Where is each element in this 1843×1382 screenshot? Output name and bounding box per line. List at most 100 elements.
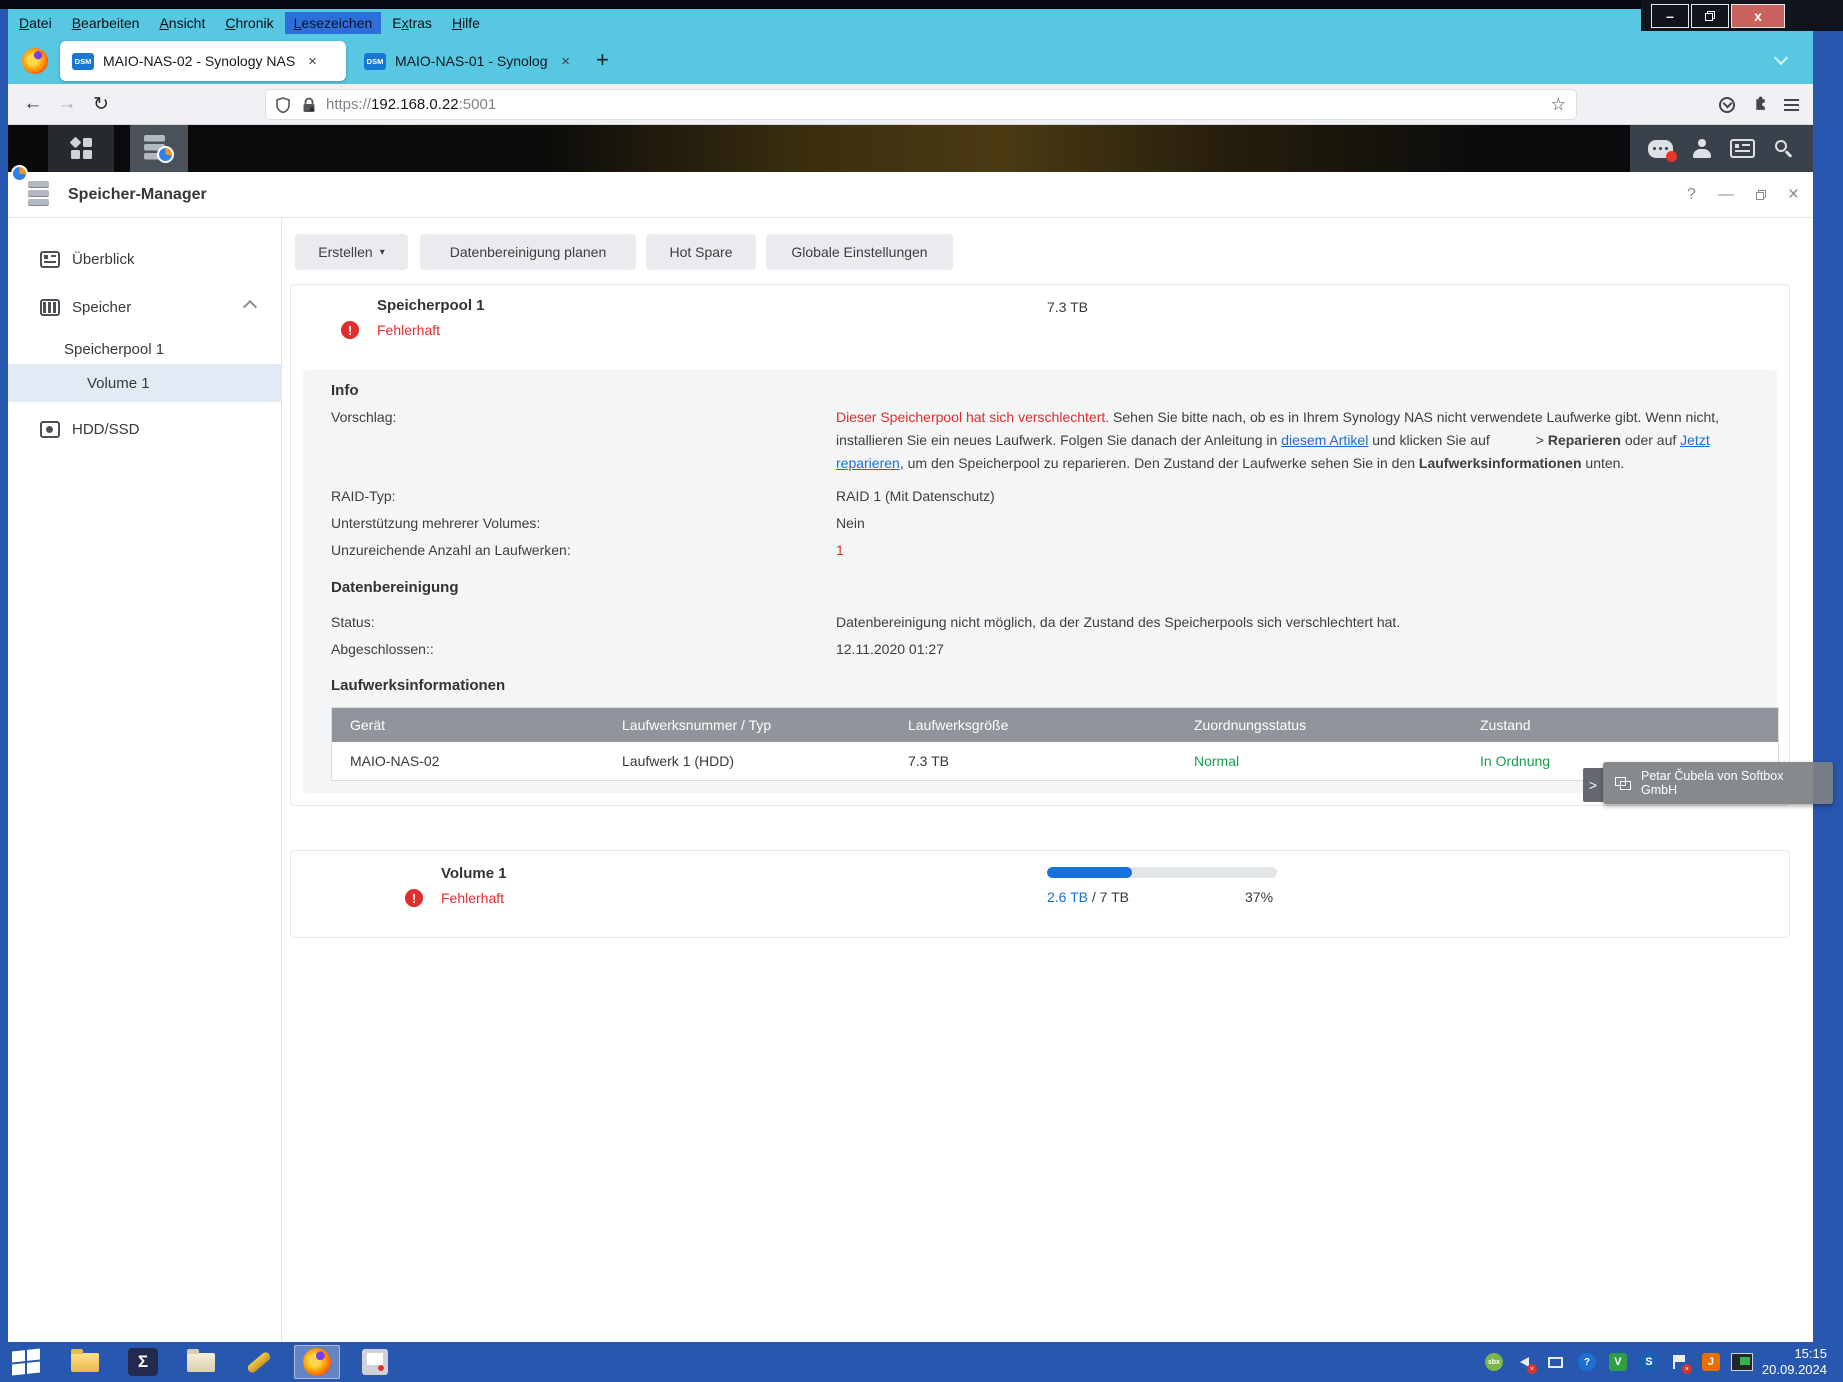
sidebar-item-speicher[interactable]: Speicher <box>8 288 281 326</box>
dsm-topbar-right <box>1630 125 1813 172</box>
bookmark-star-icon[interactable]: ☆ <box>1551 95 1566 115</box>
hdd-icon <box>40 421 60 438</box>
article-link[interactable]: diesem Artikel <box>1281 432 1368 448</box>
file-explorer-icon[interactable] <box>62 1345 108 1379</box>
missing-drives-row: Unzureichende Anzahl an Laufwerken:1 <box>331 537 1749 564</box>
widgets-icon[interactable] <box>1730 139 1755 158</box>
url-bar[interactable]: https://192.168.0.22:5001 ☆ <box>266 90 1576 119</box>
menu-ansicht[interactable]: Ansicht <box>150 12 214 34</box>
datenbereinigung-planen-button[interactable]: Datenbereinigung planen <box>420 234 636 270</box>
sbx-icon[interactable]: sbx <box>1483 1351 1505 1373</box>
chevron-up-icon[interactable] <box>245 299 255 316</box>
taskbar-clock[interactable]: 15:15 20.09.2024 <box>1762 1346 1835 1378</box>
sidebar-item-hdd-ssd[interactable]: HDD/SSD <box>8 410 281 448</box>
vpn-icon[interactable]: V <box>1607 1351 1629 1373</box>
datenbereinigung-heading: Datenbereinigung <box>331 579 1749 597</box>
tab-close-icon[interactable]: × <box>561 53 570 70</box>
sigma-app-icon[interactable]: Σ <box>120 1345 166 1379</box>
device-app-icon[interactable] <box>352 1345 398 1379</box>
storage-manager-taskbar-button[interactable] <box>130 125 188 172</box>
volume-percent: 37% <box>1245 889 1273 905</box>
tab-maio-nas-02[interactable]: DSM MAIO-NAS-02 - Synology NAS × <box>60 41 346 81</box>
sidebar-item-volume-1[interactable]: Volume 1 <box>8 364 281 402</box>
volume-usage-fill <box>1047 867 1132 878</box>
notifications-icon[interactable] <box>1648 140 1673 158</box>
pool-details-panel: Info Vorschlag: Dieser Speicherpool hat … <box>303 370 1777 793</box>
menu-extras[interactable]: Extras <box>383 12 441 34</box>
firefox-taskbar-icon[interactable] <box>294 1345 340 1379</box>
notification-badge <box>1666 151 1677 162</box>
sophos-icon[interactable]: S <box>1638 1351 1660 1373</box>
tab-close-icon[interactable]: × <box>308 53 317 70</box>
remote-session-icon[interactable] <box>1731 1351 1753 1373</box>
menu-chronik[interactable]: Chronik <box>216 12 282 34</box>
shield-icon[interactable] <box>276 97 290 113</box>
new-tab-button[interactable]: + <box>596 47 609 73</box>
volume-card: Volume 1 ! Fehlerhaft 2.6 TB / 7 TB 37% <box>290 850 1790 938</box>
files-app-icon[interactable] <box>178 1345 224 1379</box>
browser-toolbar: ← → ↻ https://192.168.0.22:5001 ☆ <box>8 84 1813 125</box>
minimize-icon[interactable]: — <box>1718 186 1734 204</box>
drive-table-row[interactable]: MAIO-NAS-02 Laufwerk 1 (HDD) 7.3 TB Norm… <box>332 742 1778 780</box>
window-titlebar: Speicher-Manager ? — × <box>8 172 1813 218</box>
volume-total: / 7 TB <box>1088 889 1129 905</box>
main-menu-button[interactable] <box>48 125 114 172</box>
sidebar-item-speicherpool-1[interactable]: Speicherpool 1 <box>8 330 281 368</box>
tab-maio-nas-01[interactable]: DSM MAIO-NAS-01 - Synology NAS × <box>352 41 582 81</box>
network-icon[interactable] <box>1545 1351 1567 1373</box>
pocket-icon[interactable] <box>1719 97 1735 113</box>
forward-button[interactable]: → <box>50 93 84 115</box>
sidebar: Überblick Speicher Speicherpool 1 Volume… <box>8 218 282 1342</box>
gold-tool-app-icon[interactable] <box>236 1345 282 1379</box>
sidebar-item-ueberblick[interactable]: Überblick <box>8 240 281 278</box>
menu-lesezeichen[interactable]: Lesezeichen <box>285 12 382 34</box>
vm-titlebar <box>0 0 1843 9</box>
volume-usage-bar <box>1047 867 1277 878</box>
erstellen-button[interactable]: Erstellen▾ <box>295 234 408 270</box>
multi-volume-row: Unterstützung mehrerer Volumes:Nein <box>331 510 1749 537</box>
extensions-puzzle-icon[interactable] <box>1751 96 1768 113</box>
browser-menubar: Datei Bearbeiten Ansicht Chronik Lesezei… <box>10 9 489 37</box>
hot-spare-button[interactable]: Hot Spare <box>646 234 756 270</box>
tab-label: MAIO-NAS-01 - Synology NAS <box>395 53 548 69</box>
remote-overlay-expand-button[interactable]: > <box>1583 768 1603 802</box>
search-icon[interactable] <box>1773 138 1795 159</box>
menu-bearbeiten[interactable]: Bearbeiten <box>63 12 149 34</box>
java-icon[interactable]: J <box>1700 1351 1722 1373</box>
vorschlag-label: Vorschlag: <box>331 406 836 475</box>
error-icon: ! <box>405 889 423 907</box>
back-button[interactable]: ← <box>16 93 50 115</box>
window-controls: ? — × <box>1687 184 1799 206</box>
list-all-tabs-icon[interactable] <box>1774 51 1788 65</box>
language-icon[interactable]: ? <box>1576 1351 1598 1373</box>
start-button[interactable] <box>12 1349 40 1376</box>
close-button[interactable]: x <box>1731 4 1785 28</box>
volume-status: Fehlerhaft <box>441 890 504 906</box>
lock-warning-icon[interactable] <box>302 97 316 113</box>
flag-alert-icon[interactable]: × <box>1669 1351 1691 1373</box>
storage-manager-icon <box>144 135 174 162</box>
laufwerksinformationen-heading: Laufwerksinformationen <box>331 677 1749 695</box>
url-text: https://192.168.0.22:5001 <box>326 96 496 113</box>
close-icon[interactable]: × <box>1788 184 1799 206</box>
scrub-completed-row: Abgeschlossen::12.11.2020 01:27 <box>331 636 1749 663</box>
restore-icon[interactable] <box>1756 190 1766 200</box>
globale-einstellungen-button[interactable]: Globale Einstellungen <box>766 234 953 270</box>
reload-button[interactable]: ↻ <box>84 93 118 116</box>
menu-hilfe[interactable]: Hilfe <box>443 12 489 34</box>
menu-datei[interactable]: Datei <box>10 12 61 34</box>
help-icon[interactable]: ? <box>1687 186 1696 204</box>
firefox-icon[interactable] <box>22 48 48 74</box>
menu-hamburger-icon[interactable] <box>1784 99 1799 111</box>
raid-typ-row: RAID-Typ:RAID 1 (Mit Datenschutz) <box>331 483 1749 510</box>
minimize-button[interactable]: – <box>1651 4 1689 28</box>
volume-used: 2.6 TB <box>1047 889 1088 905</box>
user-account-icon[interactable] <box>1691 139 1713 158</box>
toolbar-right-icons <box>1719 90 1805 119</box>
volume-muted-icon[interactable]: × <box>1514 1351 1536 1373</box>
pool-size: 7.3 TB <box>1047 299 1088 315</box>
tab-label: MAIO-NAS-02 - Synology NAS <box>103 53 295 69</box>
pool-suggestion: Dieser Speicherpool hat sich verschlecht… <box>836 406 1749 475</box>
restore-button[interactable] <box>1691 4 1729 28</box>
error-icon: ! <box>341 321 359 339</box>
